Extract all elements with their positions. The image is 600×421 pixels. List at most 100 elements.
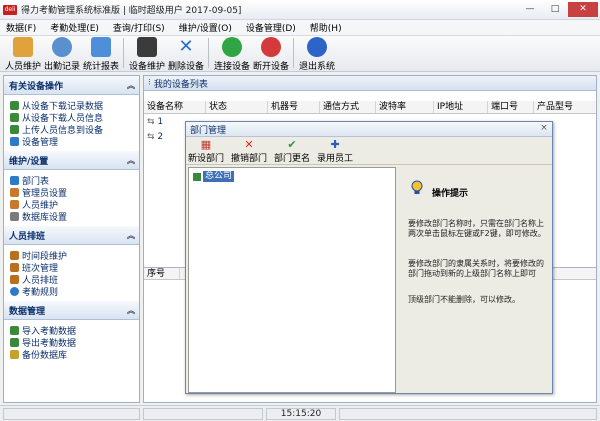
column-header[interactable]: 通信方式 [320,101,376,113]
column-header[interactable]: 波特率 [376,101,434,113]
title-bar: deli 得力考勤管理系统标准版 | 临时超级用户 2017-09-05] — … [0,0,600,20]
tips-paragraph: 要修改部门名称时，只需在部门名称上两次单击鼠标左键或F2键，即可修改。 [408,219,546,238]
tips-paragraph: 要修改部门的隶属关系时，将要修改的部门拖动到新的上级部门名称上即可 [408,259,544,278]
sidebar-item-import-data[interactable]: 导入考勤数据 [4,324,139,337]
attendance-records-button[interactable]: 出勤记录 [43,36,81,72]
sidebar-item-label: 考勤规则 [22,287,59,298]
database-icon [10,211,19,221]
toolbar-label: 连接设备 [213,62,250,72]
tips-paragraph: 顶级部门不能删除，可以修改。 [408,295,520,304]
disconnect-device-button[interactable]: 断开设备 [252,36,290,72]
sidebar-item-time-slots[interactable]: 时间段维护 [4,249,139,262]
dialog-close-button[interactable]: × [537,122,551,135]
rename-department-button[interactable]: ✔ 部门更名 [274,138,310,165]
department-dialog: 部门管理 × ▦ 新设部门 ✕ 撤销部门 ✔ 部门更名 ✚ 录用员工 总公司 操… [185,121,553,394]
sidebar-item-export-data[interactable]: 导出考勤数据 [4,336,139,349]
section-header-data-management[interactable]: 数据管理 ︽ [4,301,139,320]
panel-header: ⁝ 我的设备列表 [144,76,596,91]
toolbar-label: 设备维护 [128,62,165,72]
sidebar-item-label: 备份数据库 [22,350,68,361]
section-header-device-ops[interactable]: 有关设备操作 ︽ [4,76,139,95]
column-header[interactable]: IP地址 [434,101,488,113]
close-button[interactable]: ✕ [568,2,598,17]
sidebar-item-departments[interactable]: 部门表 [4,174,139,187]
device-icon: ⇆ [147,117,158,127]
sidebar-item-device-management[interactable]: 设备管理 [4,135,139,148]
hire-employee-button[interactable]: ✚ 录用员工 [317,138,353,165]
tree-node-root[interactable]: 总公司 [193,171,235,182]
collapse-chevron-icon[interactable]: ︽ [127,80,135,91]
cancel-department-button[interactable]: ✕ 撤销部门 [231,137,268,165]
table-row[interactable]: ⇆ 1 [144,116,174,129]
people-icon [13,37,33,57]
menu-maintenance[interactable]: 维护/设置(O) [179,21,232,34]
device-icon [10,136,19,146]
status-cell [143,408,263,420]
delete-device-button[interactable]: ✕ 删除设备 [167,36,205,73]
folder-icon [193,172,201,181]
column-header[interactable]: 设备名称 [144,101,206,113]
sidebar-item-label: 数据库设置 [22,212,68,223]
sidebar-item-admin-settings[interactable]: 管理员设置 [4,186,139,199]
new-department-button[interactable]: ▦ 新设部门 [188,138,225,165]
column-header[interactable]: 机器号 [268,101,320,113]
staff-maintenance-button[interactable]: 人员维护 [4,36,42,72]
department-tree: 总公司 [188,167,396,393]
statistics-report-button[interactable]: 统计报表 [82,36,120,72]
table-row[interactable]: ⇆ 2 [144,131,174,144]
clock-icon [52,37,72,57]
lightbulb-icon [410,180,424,194]
device-name: 1 [157,117,164,127]
exit-system-button[interactable]: 退出系统 [298,36,336,72]
sidebar-item-staff-scheduling[interactable]: 人员排班 [4,273,139,286]
collapse-chevron-icon[interactable]: ︽ [127,155,135,166]
collapse-chevron-icon[interactable]: ︽ [127,305,135,316]
column-header[interactable]: 状态 [206,101,268,113]
toolbar-separator [208,38,209,68]
sidebar-item-attendance-rules[interactable]: 考勤规则 [4,285,139,298]
status-time: 15:15:20 [266,408,336,420]
section-header-scheduling[interactable]: 人员排班 ︽ [4,226,139,245]
toolbar: 人员维护 出勤记录 统计报表 设备维护 ✕ 删除设备 连接设备 断开设备 退出系… [0,36,600,72]
dialog-title: 部门管理 [190,125,227,136]
menu-data[interactable]: 数据(F) [6,21,36,34]
minimize-button[interactable]: — [518,2,542,17]
sidebar-item-upload-staff[interactable]: 上传人员信息到设备 [4,123,139,136]
play-icon [222,37,242,57]
device-maintenance-button[interactable]: 设备维护 [128,36,166,72]
sidebar-item-database-settings[interactable]: 数据库设置 [4,210,139,223]
admin-icon [10,187,19,197]
connect-device-button[interactable]: 连接设备 [213,36,251,72]
sidebar-item-backup-database[interactable]: 备份数据库 [4,348,139,361]
status-cell [3,408,140,420]
person-icon [10,199,19,209]
shift-icon [10,262,19,272]
menu-query-print[interactable]: 查询/打印(S) [113,21,165,34]
section-header-maintenance[interactable]: 维护/设置 ︽ [4,151,139,170]
dialog-toolbar: ▦ 新设部门 ✕ 撤销部门 ✔ 部门更名 ✚ 录用员工 [186,137,552,165]
sidebar-item-download-staff[interactable]: 从设备下载人员信息 [4,111,139,124]
deli-logo: deli [3,4,17,15]
sidebar-item-label: 设备管理 [22,137,59,148]
sidebar-item-shift-management[interactable]: 班次管理 [4,261,139,274]
sidebar-item-staff-maintenance[interactable]: 人员维护 [4,198,139,211]
operation-tips-panel: 操作提示 要修改部门名称时，只需在部门名称上两次单击鼠标左键或F2键，即可修改。… [398,167,550,393]
section-title: 数据管理 [9,306,46,317]
column-header[interactable]: 端口号 [488,101,534,113]
menu-help[interactable]: 帮助(H) [310,21,342,34]
sidebar: 有关设备操作 ︽ 从设备下载记录数据 从设备下载人员信息 上传人员信息到设备 设… [3,75,140,403]
column-header[interactable]: 序号 [144,268,180,279]
section-title: 人员排班 [9,231,46,242]
dialog-tool-label: 新设部门 [188,154,225,164]
dialog-tool-label: 撤销部门 [231,154,268,164]
maximize-button[interactable]: □ [543,2,567,17]
collapse-chevron-icon[interactable]: ︽ [127,230,135,241]
backup-icon [10,349,19,359]
menu-device[interactable]: 设备管理(D) [246,21,296,34]
menu-attendance[interactable]: 考勤处理(E) [50,21,99,34]
column-header[interactable]: 产品型号 [534,101,596,113]
sidebar-item-download-records[interactable]: 从设备下载记录数据 [4,99,139,112]
tree-node-label: 总公司 [203,171,235,182]
cancel-dept-icon: ✕ [244,137,254,151]
dialog-title-bar[interactable]: 部门管理 × [186,122,552,137]
